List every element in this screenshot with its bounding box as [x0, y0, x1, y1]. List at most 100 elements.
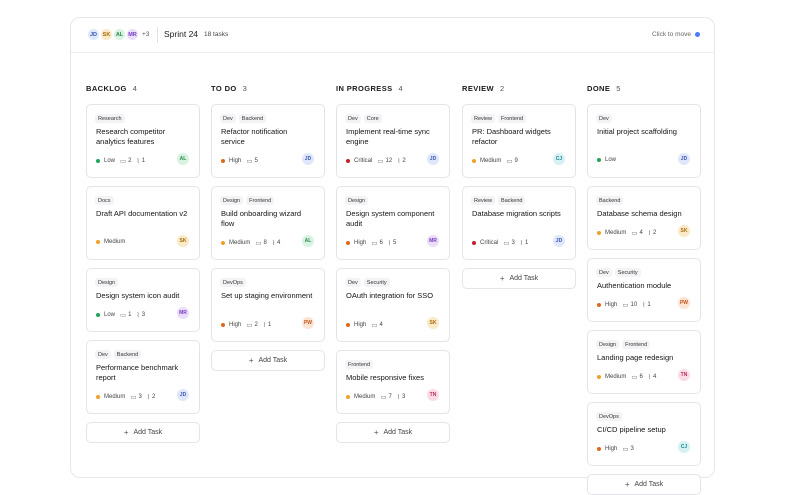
- task-card[interactable]: Dev Security Authentication module High ▭ 10 ⌇…: [587, 258, 701, 322]
- team-avatars[interactable]: JD SK AL MR +3: [87, 28, 149, 41]
- task-card[interactable]: Frontend Mobile responsive fixes Medium ▭ 7 ⌇…: [336, 350, 450, 414]
- assignee-avatar[interactable]: PW: [678, 297, 690, 309]
- assignee-avatar[interactable]: AL: [302, 235, 314, 247]
- task-title: Draft API documentation v2: [96, 209, 188, 218]
- task-card[interactable]: Design Design system icon audit Low ▭ 1 ⌇ 3 MR: [86, 268, 200, 332]
- tag: Backend: [498, 196, 526, 205]
- tag-list: Frontend: [345, 360, 376, 369]
- comment-count: 6: [379, 240, 383, 246]
- comment-count: 6: [639, 374, 643, 380]
- add-task-button[interactable]: + Add Task: [587, 474, 701, 495]
- attachment-count: 4: [653, 374, 657, 380]
- assignee-avatar[interactable]: SK: [177, 235, 189, 247]
- task-meta: High ▭ 6 ⌇ 5: [346, 239, 396, 247]
- task-card[interactable]: Design Frontend Landing page redesign Mediu…: [587, 330, 701, 394]
- add-task-label: Add Task: [258, 357, 288, 364]
- paperclip-icon: ⌇: [647, 374, 652, 381]
- assignee-avatar[interactable]: TN: [427, 389, 439, 401]
- plus-icon: +: [499, 274, 505, 283]
- column-review: REVIEW 2 Review Frontend PR: Dashboard widge…: [462, 84, 577, 289]
- assignee-avatar[interactable]: MR: [177, 307, 189, 319]
- tag-list: Dev Core: [345, 114, 385, 123]
- avatar[interactable]: AL: [113, 28, 126, 41]
- task-card[interactable]: DevOps CI/CD pipeline setup High ▭ 3 CJ: [587, 402, 701, 466]
- task-card[interactable]: Design Design system component audit High ▭…: [336, 186, 450, 260]
- attachment-count: 2: [402, 158, 406, 164]
- paperclip-icon: ⌇: [262, 322, 267, 329]
- assignee-avatar[interactable]: SK: [678, 225, 690, 237]
- assignee-avatar[interactable]: CJ: [678, 441, 690, 453]
- column-count: 2: [500, 84, 505, 93]
- assignee-avatar[interactable]: CJ: [553, 153, 565, 165]
- priority-label: Low: [605, 157, 617, 163]
- add-task-button[interactable]: + Add Task: [462, 268, 576, 289]
- tag-list: Docs: [95, 196, 117, 205]
- assignee-avatar[interactable]: MR: [427, 235, 439, 247]
- task-card[interactable]: Review Frontend PR: Dashboard widgets refa…: [462, 104, 576, 178]
- task-title: Design system component audit: [346, 209, 435, 228]
- assignee-avatar[interactable]: SK: [427, 317, 439, 329]
- tag-list: Dev Security: [596, 268, 644, 277]
- comment-count: 1: [128, 312, 132, 318]
- paperclip-icon: ⌇: [397, 158, 401, 165]
- assignee-avatar[interactable]: PW: [302, 317, 314, 329]
- task-title: Performance benchmark report: [96, 363, 179, 382]
- task-title: Refactor notification service: [221, 127, 288, 146]
- task-card[interactable]: Docs Draft API documentation v2 Medium SK: [86, 186, 200, 260]
- assignee-avatar[interactable]: JD: [553, 235, 565, 247]
- column-header: DONE 5: [587, 84, 702, 96]
- avatar[interactable]: MR: [126, 28, 139, 41]
- tag: Dev: [345, 278, 361, 287]
- assignee-avatar[interactable]: AL: [177, 153, 189, 165]
- attachment-count: 4: [277, 240, 281, 246]
- task-card[interactable]: Design Frontend Build onboarding wizard fl…: [211, 186, 325, 260]
- task-meta: High ▭ 10 ⌇ 1: [597, 301, 651, 309]
- task-card[interactable]: Dev Security OAuth integration for SSO High…: [336, 268, 450, 342]
- column-header: IN PROGRESS 4: [336, 84, 451, 96]
- priority-label: Medium: [104, 394, 126, 400]
- tag-list: Research: [95, 114, 128, 123]
- plus-icon: +: [248, 356, 254, 365]
- tag: Core: [363, 114, 382, 123]
- column-count: 4: [132, 84, 138, 93]
- priority-label: High: [354, 322, 367, 328]
- task-card[interactable]: DevOps Set up staging environment High ▭ 2 ⌇ 1…: [211, 268, 325, 342]
- comment-icon: ▭: [622, 446, 629, 453]
- task-title: Mobile responsive fixes: [346, 373, 424, 382]
- task-card[interactable]: Research Research competitor analytics fe…: [86, 104, 200, 178]
- priority-dot-icon: [221, 159, 225, 163]
- paperclip-icon: ⌇: [642, 302, 646, 309]
- assignee-avatar[interactable]: TN: [678, 369, 690, 381]
- add-task-button[interactable]: + Add Task: [336, 422, 450, 443]
- task-card[interactable]: Review Backend Database migration scripts C…: [462, 186, 576, 260]
- task-card[interactable]: Dev Initial project scaffolding Low JD: [587, 104, 701, 178]
- priority-dot-icon: [221, 241, 225, 245]
- assignee-avatar[interactable]: JD: [678, 153, 690, 165]
- comment-icon: ▭: [631, 374, 638, 381]
- attachment-count: 1: [268, 322, 272, 328]
- task-card[interactable]: Dev Backend Performance benchmark report Me…: [86, 340, 200, 414]
- avatar[interactable]: JD: [87, 28, 100, 41]
- comment-count: 2: [254, 322, 258, 328]
- task-card[interactable]: Dev Backend Refactor notification service H…: [211, 104, 325, 178]
- assignee-avatar[interactable]: JD: [302, 153, 314, 165]
- assignee-avatar[interactable]: JD: [177, 389, 189, 401]
- priority-label: High: [229, 322, 242, 328]
- task-card[interactable]: Backend Database schema design Medium ▭ 4 ⌇ 2 S…: [587, 186, 701, 250]
- tag: Design: [345, 196, 369, 205]
- tag: Frontend: [246, 196, 275, 205]
- add-task-button[interactable]: + Add Task: [211, 350, 325, 371]
- click-to-move-hint: Click to move: [652, 31, 700, 38]
- tag-list: Design: [95, 278, 121, 287]
- sprint-title[interactable]: Sprint 24: [164, 29, 198, 39]
- task-title: Database schema design: [597, 209, 682, 218]
- priority-label: High: [229, 158, 242, 164]
- assignee-avatar[interactable]: JD: [427, 153, 439, 165]
- tag: Design: [95, 278, 119, 287]
- comment-count: 5: [254, 158, 258, 164]
- column-count: 5: [616, 84, 621, 93]
- more-members-count[interactable]: +3: [142, 31, 149, 38]
- avatar[interactable]: SK: [100, 28, 113, 41]
- add-task-button[interactable]: + Add Task: [86, 422, 200, 443]
- task-card[interactable]: Dev Core Implement real-time sync engine Cr…: [336, 104, 450, 178]
